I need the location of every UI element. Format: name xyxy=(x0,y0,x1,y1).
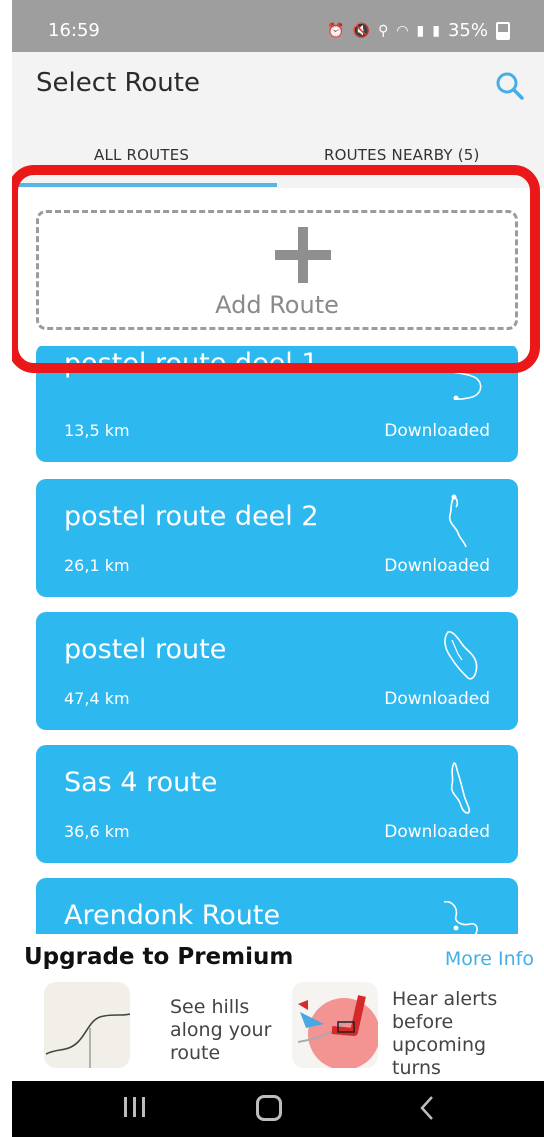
route-card[interactable]: Arendonk Route xyxy=(36,878,518,934)
route-map-icon xyxy=(450,762,471,814)
route-distance: 36,6 km xyxy=(64,822,130,841)
premium-title: Upgrade to Premium xyxy=(24,944,294,970)
route-name: Arendonk Route xyxy=(64,900,281,931)
mute-icon: 🔇 xyxy=(352,22,371,39)
signal-icon: ▮ xyxy=(416,22,425,39)
elevation-chart-icon xyxy=(44,982,130,1068)
status-icons: ⏰ 🔇 ⚲ ◠ ▮ ▮ 35% xyxy=(327,20,510,41)
route-name: postel route deel 2 xyxy=(64,501,319,532)
status-time: 16:59 xyxy=(48,20,100,41)
turn-alert-icon xyxy=(292,982,378,1068)
route-name: Sas 4 route xyxy=(64,767,218,798)
back-button[interactable] xyxy=(418,1095,436,1121)
signal-icon: ▮ xyxy=(432,22,440,39)
tab-routes-nearby[interactable]: ROUTES NEARBY (5) xyxy=(324,146,480,164)
battery-icon xyxy=(496,21,510,40)
route-status: Downloaded xyxy=(384,421,490,441)
battery-percentage: 35% xyxy=(447,20,488,41)
app-bar: Select Route xyxy=(12,52,544,120)
more-info-link[interactable]: More Info xyxy=(445,948,534,970)
highlight-outline xyxy=(12,165,540,373)
tab-all-routes[interactable]: ALL ROUTES xyxy=(94,146,189,164)
feature-hills-text: See hills along your route xyxy=(170,996,272,1064)
recent-apps-button[interactable] xyxy=(122,1095,148,1119)
feature-alerts-text: Hear alerts before upcoming turns xyxy=(392,988,498,1079)
route-map-icon xyxy=(444,630,478,680)
app-screen: 16:59 ⏰ 🔇 ⚲ ◠ ▮ ▮ 35% Select Route ALL R… xyxy=(12,0,544,1137)
system-nav-bar xyxy=(12,1081,544,1137)
location-icon: ⚲ xyxy=(378,22,389,39)
route-distance: 47,4 km xyxy=(64,689,130,708)
route-card[interactable]: Sas 4 route 36,6 km Downloaded xyxy=(36,745,518,863)
route-card[interactable]: postel route 47,4 km Downloaded xyxy=(36,612,518,730)
route-card[interactable]: postel route deel 2 26,1 km Downloaded xyxy=(36,479,518,597)
route-status: Downloaded xyxy=(384,689,490,709)
route-name: postel route xyxy=(64,634,227,665)
route-distance: 26,1 km xyxy=(64,556,130,575)
premium-banner: Upgrade to Premium More Info See hills a… xyxy=(12,934,544,1081)
route-status: Downloaded xyxy=(384,822,490,842)
route-status: Downloaded xyxy=(384,556,490,576)
search-icon[interactable] xyxy=(494,70,526,102)
route-map-icon xyxy=(448,494,467,548)
wifi-icon: ◠ xyxy=(396,22,409,39)
home-button[interactable] xyxy=(256,1095,282,1121)
alarm-icon: ⏰ xyxy=(327,22,345,39)
route-list: postel route deel 1 13,5 km Downloaded p… xyxy=(36,346,518,934)
route-distance: 13,5 km xyxy=(64,421,130,440)
page-title: Select Route xyxy=(36,68,200,98)
status-bar: 16:59 ⏰ 🔇 ⚲ ◠ ▮ ▮ 35% xyxy=(12,0,544,52)
route-map-icon xyxy=(443,900,478,934)
